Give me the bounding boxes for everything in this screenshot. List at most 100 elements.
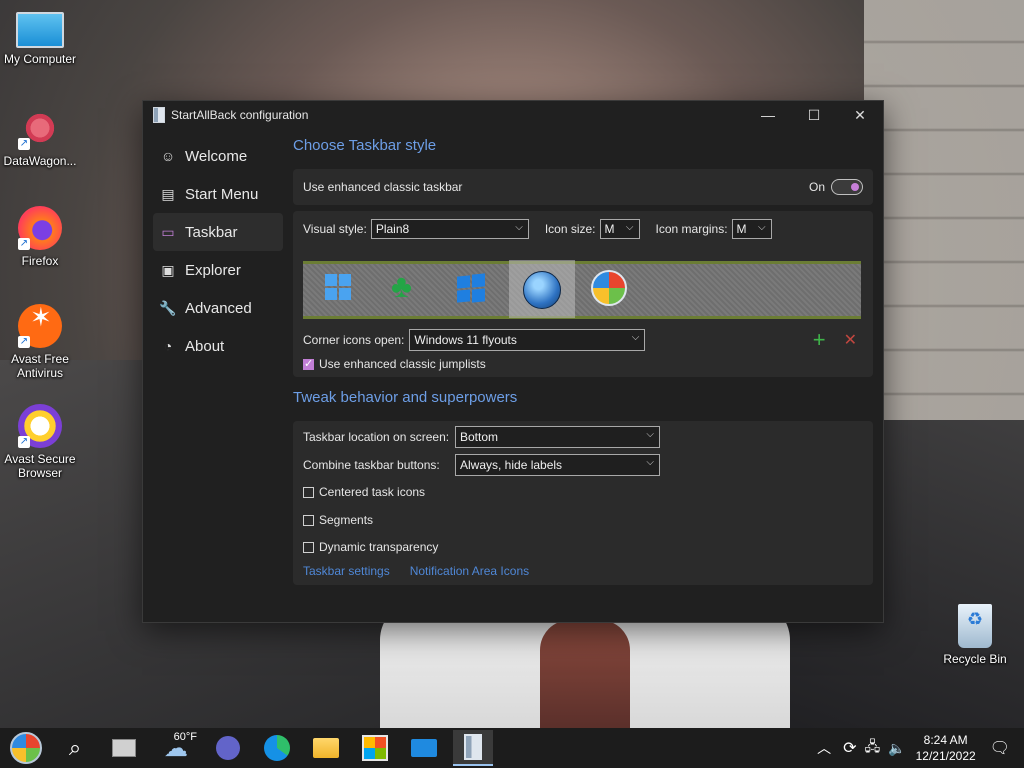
edge-button[interactable] bbox=[257, 730, 297, 766]
smiley-icon: ☺ bbox=[160, 148, 176, 164]
sidebar-item-about[interactable]: ◔ About bbox=[153, 327, 283, 365]
startallback-taskbar-button[interactable] bbox=[453, 730, 493, 766]
chevron-down-icon: ⌵ bbox=[646, 429, 654, 440]
links-row: Taskbar settings Notification Area Icons bbox=[303, 564, 549, 578]
store-button[interactable] bbox=[355, 730, 395, 766]
enhanced-taskbar-card: Use enhanced classic taskbar On bbox=[293, 169, 873, 205]
enhanced-taskbar-toggle-group[interactable]: On bbox=[809, 179, 863, 195]
sidebar-item-explorer[interactable]: ▣ Explorer bbox=[153, 251, 283, 289]
location-row: Taskbar location on screen: Bottom ⌵ bbox=[303, 426, 660, 448]
style-row: Visual style: Plain8 ⌵ Icon size: M ⌵ Ic… bbox=[303, 219, 772, 239]
gauge-icon: ◔ bbox=[163, 338, 173, 354]
centered-row[interactable]: Centered task icons bbox=[303, 485, 425, 499]
sidebar-item-welcome[interactable]: ☺ Welcome bbox=[153, 137, 283, 175]
search-button[interactable]: ⌕ bbox=[55, 730, 95, 766]
corner-icons-select[interactable]: Windows 11 flyouts ⌵ bbox=[409, 329, 646, 351]
desktop-icon-label: Avast Secure Browser bbox=[4, 452, 76, 480]
weather-widget[interactable]: ☁ 60°F bbox=[153, 730, 199, 766]
taskbar-icon: ▭ bbox=[161, 223, 175, 240]
windows-vista-orb-icon[interactable] bbox=[591, 270, 627, 306]
taskbar-style-preview: ♣ bbox=[303, 260, 861, 319]
jumplists-row[interactable]: Use enhanced classic jumplists bbox=[303, 357, 486, 371]
shortcut-arrow-icon: ↗ bbox=[18, 436, 30, 448]
icon-size-select[interactable]: M ⌵ bbox=[599, 219, 640, 239]
sync-alert-icon[interactable]: ⟳ bbox=[843, 738, 856, 758]
teams-chat-button[interactable] bbox=[208, 730, 248, 766]
chevron-down-icon: ⌵ bbox=[631, 332, 640, 343]
visual-style-label: Visual style: bbox=[303, 222, 367, 236]
close-button[interactable]: ✕ bbox=[837, 101, 883, 129]
notification-icon[interactable]: 🗨 bbox=[990, 738, 1010, 758]
combine-value: Always, hide labels bbox=[460, 458, 563, 472]
chevron-down-icon: ⌵ bbox=[646, 457, 654, 468]
config-window: StartAllBack configuration — ☐ ✕ ☺ Welco… bbox=[142, 100, 884, 623]
desktop-icon-datawagon[interactable]: ↗ DataWagon... bbox=[0, 106, 80, 168]
sidebar-item-start-menu[interactable]: ▤ Start Menu bbox=[153, 175, 283, 213]
desktop-icon-label: Recycle Bin bbox=[943, 652, 1007, 666]
centered-checkbox[interactable] bbox=[303, 486, 314, 498]
corner-icons-label: Corner icons open: bbox=[303, 333, 405, 347]
sidebar-item-advanced[interactable]: 🔧 Advanced bbox=[153, 289, 283, 327]
add-icon[interactable]: + bbox=[813, 327, 826, 353]
sidebar-item-taskbar[interactable]: ▭ Taskbar bbox=[153, 213, 283, 251]
desktop-icon-firefox[interactable]: ↗ Firefox bbox=[0, 206, 80, 268]
corner-icons-value: Windows 11 flyouts bbox=[414, 333, 517, 347]
minimize-button[interactable]: — bbox=[745, 101, 791, 129]
segments-label: Segments bbox=[319, 513, 374, 527]
notification-area-icons-link[interactable]: Notification Area Icons bbox=[410, 564, 529, 578]
file-explorer-button[interactable] bbox=[306, 730, 346, 766]
maximize-button[interactable]: ☐ bbox=[791, 101, 837, 129]
edge-icon bbox=[264, 735, 290, 761]
enhanced-taskbar-toggle[interactable] bbox=[831, 179, 863, 195]
start-orb-button[interactable] bbox=[6, 730, 46, 766]
icon-size-value: M bbox=[604, 222, 615, 236]
remove-icon[interactable]: ✕ bbox=[844, 330, 857, 350]
sidebar-item-label: Advanced bbox=[185, 299, 252, 317]
dynamic-label: Dynamic transparency bbox=[319, 540, 439, 554]
network-icon[interactable]: 🖧 bbox=[865, 736, 881, 760]
desktop-icon-my-computer[interactable]: My Computer bbox=[0, 12, 80, 66]
chevron-down-icon: ⌵ bbox=[625, 222, 634, 233]
desktop-icon-avast-browser[interactable]: ↗ Avast Secure Browser bbox=[0, 404, 80, 480]
shortcut-arrow-icon: ↗ bbox=[18, 238, 30, 250]
sidebar-item-label: Taskbar bbox=[185, 223, 238, 241]
combine-row: Combine taskbar buttons: Always, hide la… bbox=[303, 454, 660, 476]
chevron-up-icon[interactable]: ︿ bbox=[817, 738, 831, 758]
shortcut-arrow-icon: ↗ bbox=[18, 138, 30, 150]
centered-label: Centered task icons bbox=[319, 485, 426, 499]
windows-7-orb-selected[interactable] bbox=[509, 260, 575, 318]
mail-icon bbox=[411, 739, 437, 757]
section-title-taskbar-style: Choose Taskbar style bbox=[293, 137, 437, 154]
windows-10-logo-icon[interactable] bbox=[453, 270, 489, 306]
window-title: StartAllBack configuration bbox=[171, 108, 309, 122]
location-select[interactable]: Bottom ⌵ bbox=[455, 426, 660, 448]
jumplists-checkbox[interactable] bbox=[303, 357, 314, 370]
icon-margins-select[interactable]: M ⌵ bbox=[731, 219, 772, 239]
weather-temperature: 60°F bbox=[173, 731, 197, 743]
clock[interactable]: 8:24 AM 12/21/2022 bbox=[916, 732, 976, 764]
desktop-icon-recycle-bin[interactable]: ♻ Recycle Bin bbox=[935, 604, 1015, 666]
toggle-knob bbox=[851, 183, 859, 191]
task-view-button[interactable] bbox=[104, 730, 144, 766]
tweak-card: Taskbar location on screen: Bottom ⌵ Com… bbox=[293, 421, 873, 585]
segments-checkbox[interactable] bbox=[303, 514, 314, 526]
enhanced-taskbar-label: Use enhanced classic taskbar bbox=[303, 180, 463, 194]
video-chat-icon bbox=[216, 736, 240, 760]
visual-style-select[interactable]: Plain8 ⌵ bbox=[370, 219, 529, 239]
dynamic-checkbox[interactable] bbox=[303, 541, 314, 553]
volume-icon[interactable]: 🔈 bbox=[888, 740, 905, 757]
start-menu-icon: ▤ bbox=[161, 185, 175, 202]
sidebar: ☺ Welcome ▤ Start Menu ▭ Taskbar ▣ Explo… bbox=[153, 137, 283, 365]
combine-select[interactable]: Always, hide labels ⌵ bbox=[455, 454, 660, 476]
clover-logo-icon[interactable]: ♣ bbox=[387, 268, 423, 306]
chevron-down-icon: ⌵ bbox=[515, 222, 523, 233]
desktop-icon-avast-antivirus[interactable]: ✶ ↗ Avast Free Antivirus bbox=[0, 304, 80, 380]
mail-button[interactable] bbox=[404, 730, 444, 766]
dynamic-row[interactable]: Dynamic transparency bbox=[303, 540, 438, 554]
segments-row[interactable]: Segments bbox=[303, 513, 373, 527]
titlebar[interactable]: StartAllBack configuration — ☐ ✕ bbox=[143, 101, 883, 129]
taskbar-settings-link[interactable]: Taskbar settings bbox=[303, 564, 390, 578]
windows-11-logo-icon[interactable] bbox=[321, 270, 357, 306]
content-pane: Choose Taskbar style Use enhanced classi… bbox=[293, 137, 873, 585]
sidebar-item-label: Start Menu bbox=[185, 185, 259, 203]
